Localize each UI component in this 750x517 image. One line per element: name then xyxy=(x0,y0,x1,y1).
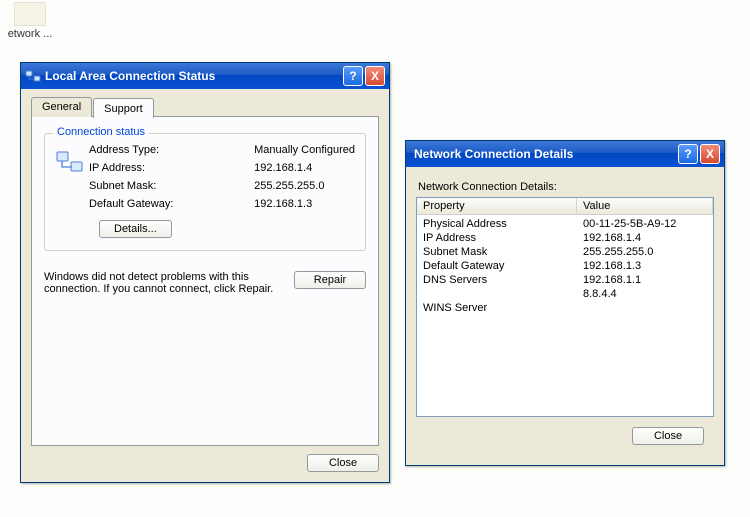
address-type-label: Address Type: xyxy=(89,144,246,156)
cell-value: 00-11-25-5B-A9-12 xyxy=(583,217,707,231)
mask-label: Subnet Mask: xyxy=(89,180,246,192)
desktop-icon-label: etwork ... xyxy=(0,28,60,40)
cell-property: IP Address xyxy=(423,231,583,245)
group-legend: Connection status xyxy=(53,126,149,138)
help-button[interactable]: ? xyxy=(343,66,363,86)
list-row[interactable]: Physical Address00-11-25-5B-A9-12 xyxy=(417,217,713,231)
cell-property: DNS Servers xyxy=(423,273,583,287)
close-button[interactable]: Close xyxy=(632,427,704,445)
gateway-value: 192.168.1.3 xyxy=(254,198,355,210)
connection-icon xyxy=(55,148,89,178)
network-details-window: Network Connection Details ? X Network C… xyxy=(405,140,725,466)
cell-property: Subnet Mask xyxy=(423,245,583,259)
repair-button[interactable]: Repair xyxy=(294,271,366,289)
mask-value: 255.255.255.0 xyxy=(254,180,355,192)
diagnostic-text: Windows did not detect problems with thi… xyxy=(44,271,284,295)
list-row[interactable]: WINS Server xyxy=(417,301,713,315)
connection-status-window: Local Area Connection Status ? X General… xyxy=(20,62,390,483)
cell-value: 192.168.1.3 xyxy=(583,259,707,273)
cell-property: Default Gateway xyxy=(423,259,583,273)
close-icon[interactable]: X xyxy=(700,144,720,164)
title-bar[interactable]: Local Area Connection Status ? X xyxy=(21,63,389,89)
desktop-network-icon[interactable]: etwork ... xyxy=(0,0,60,40)
cell-property xyxy=(423,287,583,301)
cell-value: 8.8.4.4 xyxy=(583,287,707,301)
window-title: Network Connection Details xyxy=(410,147,678,161)
cell-property: WINS Server xyxy=(423,301,583,315)
list-row[interactable]: DNS Servers192.168.1.1 xyxy=(417,273,713,287)
details-list-label: Network Connection Details: xyxy=(418,181,712,193)
tab-strip: General Support xyxy=(31,97,379,117)
col-value[interactable]: Value xyxy=(577,198,713,214)
list-row[interactable]: 8.8.4.4 xyxy=(417,287,713,301)
cell-value: 255.255.255.0 xyxy=(583,245,707,259)
details-button[interactable]: Details... xyxy=(99,220,172,238)
ip-value: 192.168.1.4 xyxy=(254,162,355,174)
close-icon[interactable]: X xyxy=(365,66,385,86)
list-body: Physical Address00-11-25-5B-A9-12IP Addr… xyxy=(417,215,713,317)
address-type-value: Manually Configured xyxy=(254,144,355,156)
tab-support[interactable]: Support xyxy=(93,98,154,118)
close-button[interactable]: Close xyxy=(307,454,379,472)
gateway-label: Default Gateway: xyxy=(89,198,246,210)
list-row[interactable]: Default Gateway192.168.1.3 xyxy=(417,259,713,273)
details-listview[interactable]: Property Value Physical Address00-11-25-… xyxy=(416,197,714,417)
col-property[interactable]: Property xyxy=(417,198,577,214)
help-button[interactable]: ? xyxy=(678,144,698,164)
network-icon xyxy=(25,68,41,84)
title-bar[interactable]: Network Connection Details ? X xyxy=(406,141,724,167)
list-header: Property Value xyxy=(417,198,713,215)
list-row[interactable]: IP Address192.168.1.4 xyxy=(417,231,713,245)
cell-value: 192.168.1.4 xyxy=(583,231,707,245)
cell-value xyxy=(583,301,707,315)
network-places-icon xyxy=(14,2,46,26)
tab-pane-support: Connection status Address Type: Manually… xyxy=(31,116,379,446)
list-row[interactable]: Subnet Mask255.255.255.0 xyxy=(417,245,713,259)
cell-value: 192.168.1.1 xyxy=(583,273,707,287)
ip-label: IP Address: xyxy=(89,162,246,174)
connection-status-group: Connection status Address Type: Manually… xyxy=(44,133,366,251)
window-title: Local Area Connection Status xyxy=(45,69,343,83)
cell-property: Physical Address xyxy=(423,217,583,231)
tab-general[interactable]: General xyxy=(31,97,92,117)
